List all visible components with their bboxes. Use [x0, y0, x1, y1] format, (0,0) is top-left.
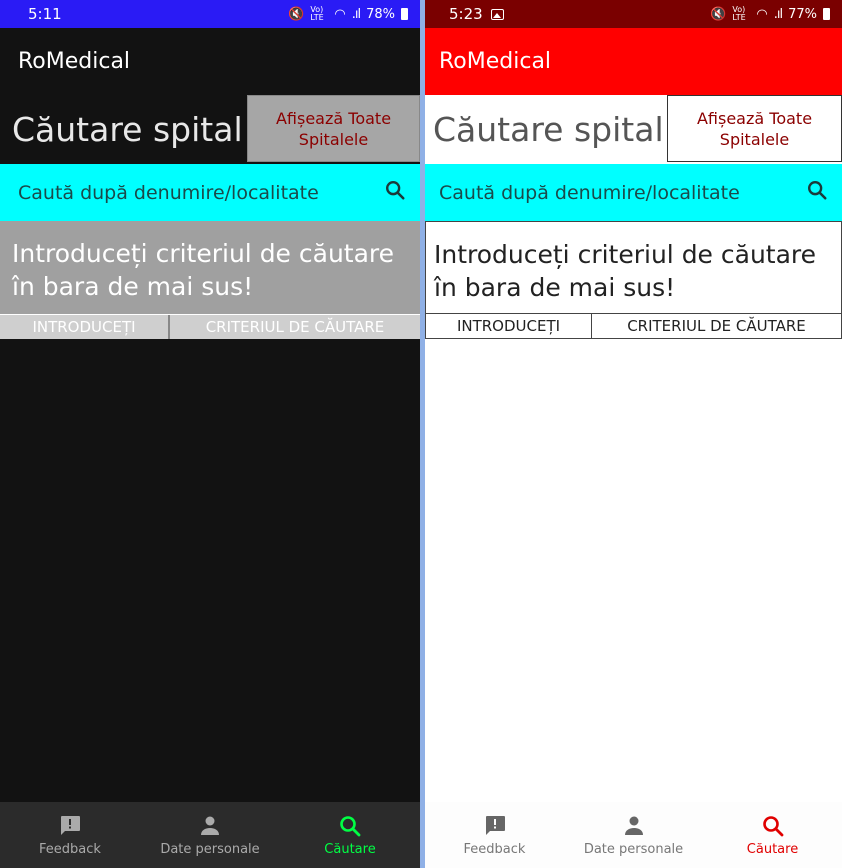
status-time: 5:11 [28, 5, 62, 23]
app-title: RoMedical [18, 49, 131, 74]
nav-personal-label: Date personale [160, 841, 260, 857]
battery-percent: 78% [366, 6, 395, 22]
search-icon [761, 814, 785, 838]
nav-search[interactable]: Căutare [703, 802, 842, 868]
nav-feedback-label: Feedback [39, 841, 101, 857]
show-all-hospitals-button[interactable]: Afișează Toate Spitalele [247, 95, 420, 162]
wifi-icon: ◠ [756, 6, 768, 22]
status-bar: 5:23 🔇 Vo) LTE ◠ .ıl 77% [425, 0, 842, 28]
nav-search-label: Căutare [746, 841, 799, 857]
app-title: RoMedical [439, 49, 552, 74]
criteria-label-left: INTRODUCEȚI [426, 314, 592, 338]
feedback-icon [57, 814, 83, 838]
image-icon [490, 8, 504, 20]
signal-icon: .ıl [351, 6, 361, 22]
search-bar[interactable]: Caută după denumire/localitate [425, 164, 842, 221]
nav-personal-label: Date personale [583, 841, 684, 857]
bottom-navigation: Feedback Date personale Căutare [425, 802, 842, 868]
criteria-row: INTRODUCEȚI CRITERIUL DE CĂUTARE [425, 314, 842, 339]
search-icon[interactable] [806, 179, 828, 206]
wifi-icon: ◠ [334, 6, 346, 22]
nav-personal-data[interactable]: Date personale [140, 802, 280, 868]
criteria-row: INTRODUCEȚI CRITERIUL DE CĂUTARE [0, 314, 420, 339]
search-input[interactable]: Caută după denumire/localitate [18, 182, 319, 204]
criteria-label-right: CRITERIUL DE CĂUTARE [627, 317, 806, 335]
search-icon [338, 814, 362, 838]
title-row: Căutare spital Afișează Toate Spitalele [0, 95, 420, 164]
network-type: Vo) LTE [732, 5, 746, 22]
nav-search-label: Căutare [324, 841, 376, 857]
bottom-navigation: Feedback Date personale Căutare [0, 802, 420, 868]
nav-feedback-label: Feedback [463, 841, 526, 857]
search-hint: Introduceți criteriul de căutare în bara… [425, 221, 842, 314]
nav-personal-data[interactable]: Date personale [564, 802, 703, 868]
nav-feedback[interactable]: Feedback [425, 802, 564, 868]
status-bar: 5:11 🔇 Vo) LTE ◠ .ıl 78% [0, 0, 420, 28]
search-icon[interactable] [384, 179, 406, 206]
signal-icon: .ıl [773, 6, 783, 22]
app-bar: RoMedical [425, 28, 842, 95]
page-title: Căutare spital [12, 110, 243, 149]
nav-search[interactable]: Căutare [280, 802, 420, 868]
title-row: Căutare spital Afișează Toate Spitalele [425, 95, 842, 164]
person-icon [622, 814, 646, 838]
person-icon [198, 814, 222, 838]
criteria-label-left: INTRODUCEȚI [0, 315, 170, 339]
battery-icon [823, 8, 830, 20]
battery-percent: 77% [788, 6, 817, 22]
show-all-hospitals-button[interactable]: Afișează Toate Spitalele [667, 95, 842, 162]
mute-icon: 🔇 [288, 6, 305, 22]
feedback-icon [482, 814, 508, 838]
battery-icon [401, 8, 408, 20]
nav-feedback[interactable]: Feedback [0, 802, 140, 868]
search-hint: Introduceți criteriul de căutare în bara… [0, 221, 420, 314]
mute-icon: 🔇 [710, 6, 727, 22]
criteria-label-right: CRITERIUL DE CĂUTARE [205, 318, 385, 336]
page-title: Căutare spital [433, 110, 664, 149]
search-bar[interactable]: Caută după denumire/localitate [0, 164, 420, 221]
app-bar: RoMedical [0, 28, 420, 95]
status-time: 5:23 [449, 5, 483, 23]
light-theme-screen: 5:23 🔇 Vo) LTE ◠ .ıl 77% RoMedical Căuta… [425, 0, 842, 868]
search-input[interactable]: Caută după denumire/localitate [439, 182, 740, 204]
dark-theme-screen: 5:11 🔇 Vo) LTE ◠ .ıl 78% RoMedical Căuta… [0, 0, 420, 868]
network-type: Vo) LTE [310, 5, 324, 22]
